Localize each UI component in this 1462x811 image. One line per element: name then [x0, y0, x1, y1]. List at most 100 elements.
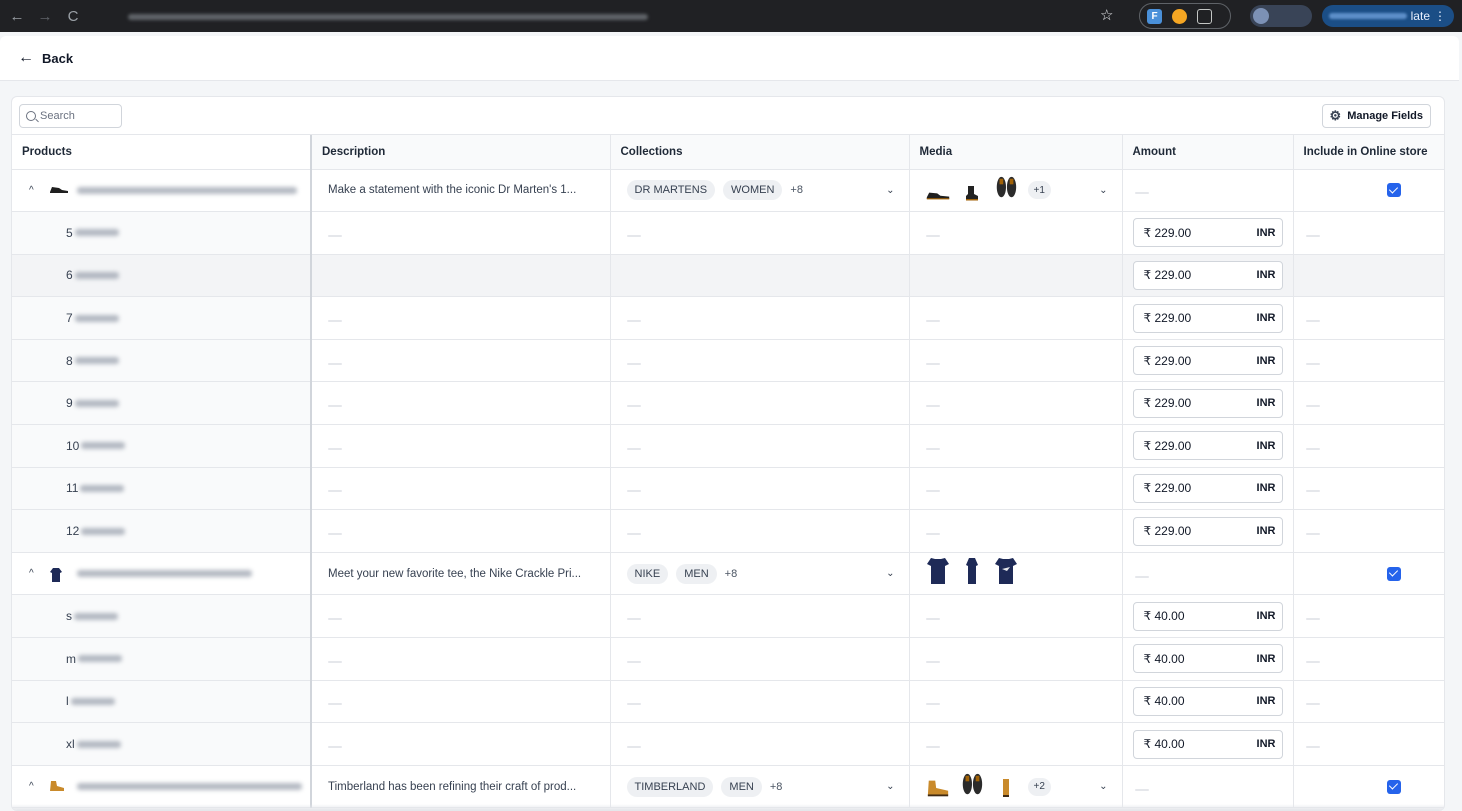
include-online-store-checkbox[interactable] — [1386, 183, 1401, 198]
variant-row[interactable]: 9 ₹ 229.00 INR — [12, 381, 1444, 426]
tshirt-front-icon[interactable] — [926, 557, 950, 585]
profile-button[interactable] — [1250, 5, 1312, 27]
collection-chip: WOMEN — [723, 180, 783, 201]
collapse-caret-icon[interactable]: ^ — [29, 568, 39, 579]
relaunch-update-button[interactable]: late ⋮ — [1322, 5, 1454, 27]
amount-input[interactable]: ₹ 229.00 INR — [1132, 260, 1283, 290]
manage-fields-button[interactable]: ⚙ Manage Fields — [1321, 103, 1431, 128]
browser-forward-icon[interactable]: → — [34, 5, 56, 27]
variant-row[interactable]: m ₹ 40.00 INR — [12, 637, 1444, 681]
media-cell — [909, 594, 1123, 639]
include-online-store-checkbox[interactable] — [1386, 779, 1401, 794]
variant-row[interactable]: 12 ₹ 229.00 INR — [12, 509, 1444, 553]
amount-input[interactable]: ₹ 40.00 INR — [1132, 644, 1283, 674]
column-header-online-store[interactable]: Include in Online store — [1293, 135, 1444, 170]
currency-label: INR — [1256, 525, 1276, 538]
column-header-products[interactable]: Products — [12, 135, 312, 170]
tshirt-back-icon[interactable] — [994, 557, 1018, 585]
include-online-store-checkbox[interactable] — [1386, 566, 1401, 581]
collections-cell — [610, 339, 910, 383]
collections-select[interactable]: NIKE MEN +8 ⌄ — [626, 563, 909, 584]
online-store-cell — [1293, 722, 1444, 766]
collections-cell[interactable]: DR MARTENS WOMEN +8 ⌄ — [610, 169, 910, 213]
boot-low-icon[interactable] — [926, 179, 950, 201]
amount-input[interactable]: ₹ 229.00 INR — [1132, 303, 1283, 333]
media-gallery[interactable] — [926, 557, 1122, 585]
amount-input[interactable]: ₹ 40.00 INR — [1132, 601, 1283, 631]
chevron-down-icon[interactable]: ⌄ — [1099, 185, 1107, 196]
media-cell[interactable]: +2 ⌄ — [909, 765, 1123, 809]
amount-input[interactable]: ₹ 229.00 INR — [1132, 431, 1283, 461]
boot-side-icon[interactable] — [926, 776, 950, 798]
boot-pair-icon[interactable] — [960, 773, 984, 798]
amount-input[interactable]: ₹ 229.00 INR — [1132, 388, 1283, 418]
boot-high-icon[interactable] — [960, 179, 984, 201]
column-header-media[interactable]: Media — [909, 135, 1123, 170]
chevron-down-icon[interactable]: ⌄ — [886, 185, 894, 196]
collections-select[interactable]: DR MARTENS WOMEN +8 ⌄ — [626, 180, 909, 201]
amount-input[interactable]: ₹ 229.00 INR — [1132, 218, 1283, 248]
variant-row[interactable]: 8 ₹ 229.00 INR — [12, 339, 1444, 383]
product-row[interactable]: ^ Make a statement with the iconic Dr Mar… — [12, 169, 1444, 213]
bookmark-star-icon[interactable]: ☆ — [1100, 6, 1113, 24]
empty-dash — [1305, 490, 1320, 493]
amount-input[interactable]: ₹ 40.00 INR — [1132, 729, 1283, 759]
browser-back-icon[interactable]: ← — [6, 5, 28, 27]
extensions-puzzle-icon[interactable] — [1197, 8, 1212, 24]
boot-back-icon[interactable] — [994, 776, 1018, 798]
product-row[interactable]: ^ Timberland has been refining their craf… — [12, 765, 1444, 809]
extension-orange-icon[interactable] — [1172, 8, 1187, 24]
media-cell[interactable] — [909, 552, 1123, 596]
extension-f-icon[interactable]: F — [1147, 8, 1162, 24]
description-cell[interactable]: Meet your new favorite tee, the Nike Cra… — [311, 552, 611, 596]
collapse-caret-icon[interactable]: ^ — [29, 185, 39, 196]
chevron-down-icon[interactable]: ⌄ — [886, 568, 894, 579]
search-input[interactable]: Search — [19, 103, 122, 128]
collections-select[interactable]: TIMBERLAND MEN +8 ⌄ — [626, 776, 909, 797]
browser-reload-icon[interactable]: C — [62, 5, 84, 27]
tshirt-side-icon[interactable] — [960, 557, 984, 585]
variant-row[interactable]: xl ₹ 40.00 INR — [12, 722, 1444, 766]
media-gallery[interactable]: +2 ⌄ — [926, 773, 1122, 798]
media-gallery[interactable]: +1 ⌄ — [926, 177, 1122, 201]
amount-cell: ₹ 40.00 INR — [1122, 680, 1294, 724]
variant-row[interactable]: 10 ₹ 229.00 INR — [12, 424, 1444, 468]
variant-row[interactable]: 5 ₹ 229.00 INR — [12, 211, 1444, 255]
description-cell[interactable]: Timberland has been refining their craft… — [311, 765, 611, 809]
collections-cell[interactable]: TIMBERLAND MEN +8 ⌄ — [610, 765, 910, 809]
media-cell — [909, 680, 1123, 724]
column-header-amount[interactable]: Amount — [1122, 135, 1294, 170]
amount-input[interactable]: ₹ 40.00 INR — [1132, 686, 1283, 716]
back-link[interactable]: Back — [42, 51, 73, 66]
column-header-collections[interactable]: Collections — [610, 135, 910, 170]
amount-input[interactable]: ₹ 229.00 INR — [1132, 473, 1283, 503]
browser-toolbar: ← → C ☆ F late ⋮ — [0, 0, 1462, 32]
chevron-down-icon[interactable]: ⌄ — [886, 781, 894, 792]
empty-dash — [626, 405, 641, 408]
amount-input[interactable]: ₹ 229.00 INR — [1132, 346, 1283, 376]
back-arrow-icon[interactable]: ← — [18, 49, 34, 67]
browser-menu-icon[interactable]: ⋮ — [1434, 9, 1446, 23]
product-row[interactable]: ^ Meet your new favorite tee, the Nike Cr… — [12, 552, 1444, 596]
variant-row[interactable]: 7 ₹ 229.00 INR — [12, 296, 1444, 340]
collections-cell[interactable]: NIKE MEN +8 ⌄ — [610, 552, 910, 596]
amount-value: ₹ 229.00 — [1143, 225, 1192, 240]
column-header-description[interactable]: Description — [311, 135, 611, 170]
variant-label: 12 — [28, 524, 309, 538]
amount-input[interactable]: ₹ 229.00 INR — [1132, 516, 1283, 546]
address-bar[interactable] — [98, 5, 1128, 27]
collapse-caret-icon[interactable]: ^ — [29, 781, 39, 792]
variant-row[interactable]: s ₹ 40.00 INR — [12, 594, 1444, 639]
amount-cell: ₹ 229.00 INR — [1122, 254, 1294, 298]
chevron-down-icon[interactable]: ⌄ — [1099, 781, 1107, 792]
variant-row[interactable]: 11 ₹ 229.00 INR — [12, 467, 1444, 511]
empty-dash — [328, 362, 342, 365]
variant-label: 8 — [28, 354, 309, 368]
boot-pair-icon[interactable] — [994, 177, 1018, 201]
empty-dash — [925, 533, 940, 536]
media-cell[interactable]: +1 ⌄ — [909, 169, 1123, 213]
amount-cell: ₹ 40.00 INR — [1122, 594, 1294, 639]
variant-row[interactable]: 6 ₹ 229.00 INR — [12, 254, 1444, 298]
variant-row[interactable]: l ₹ 40.00 INR — [12, 680, 1444, 724]
description-cell[interactable]: Make a statement with the iconic Dr Mart… — [311, 169, 611, 213]
